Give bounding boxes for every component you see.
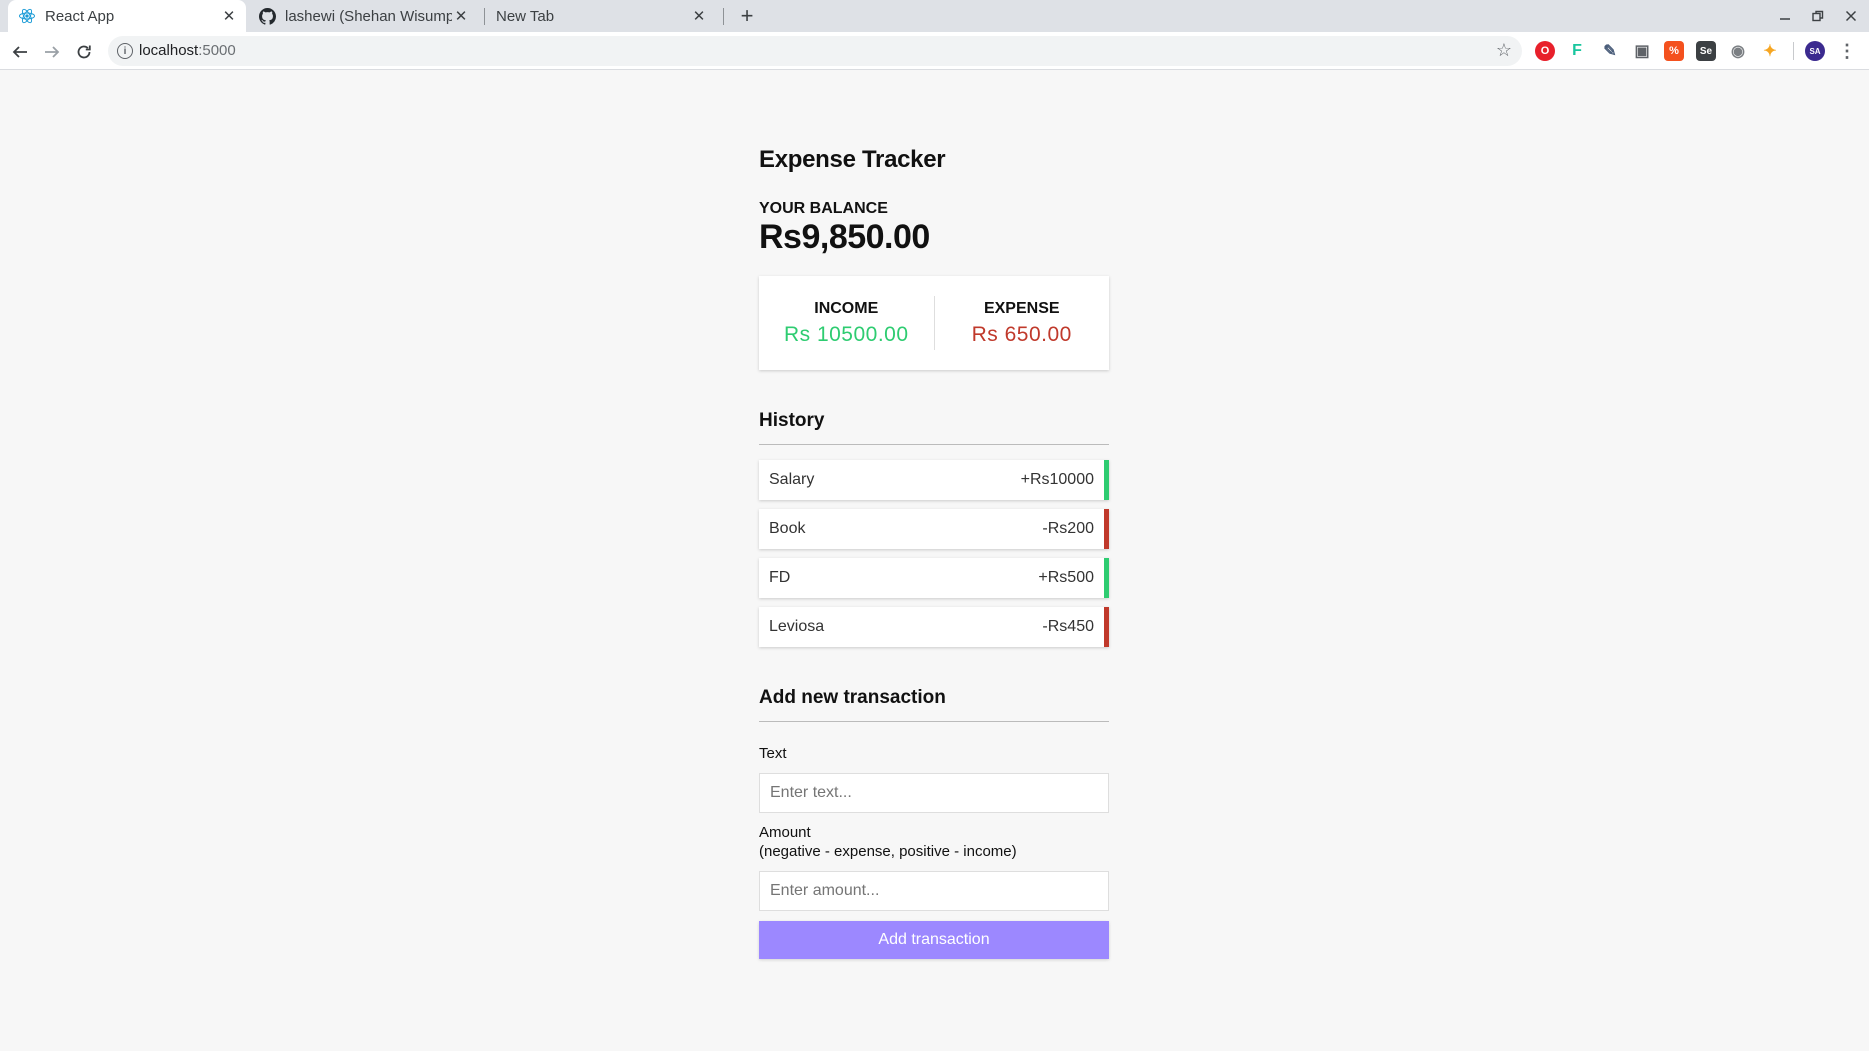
percent-extension-icon[interactable]: % bbox=[1664, 41, 1684, 61]
browser-toolbar: i localhost:5000 ☆ O F ✎ ▣ % Se ◉ ✦ SA ⋮ bbox=[0, 32, 1869, 70]
transaction-amount: -Rs450 bbox=[1042, 618, 1094, 635]
expense-column: EXPENSE Rs 650.00 bbox=[935, 300, 1110, 347]
menu-kebab-icon[interactable]: ⋮ bbox=[1837, 41, 1857, 61]
se-extension-icon[interactable]: Se bbox=[1696, 41, 1716, 61]
expense-indicator-bar bbox=[1104, 607, 1109, 647]
transaction-text: Book bbox=[769, 520, 806, 537]
info-icon[interactable]: i bbox=[117, 43, 133, 59]
tab-separator bbox=[484, 8, 485, 25]
income-label: INCOME bbox=[814, 299, 879, 317]
transaction-item[interactable]: FD +Rs500 bbox=[759, 558, 1109, 598]
bookmark-star-icon[interactable]: ☆ bbox=[1496, 40, 1512, 61]
page-title: Expense Tracker bbox=[759, 146, 946, 173]
amount-input[interactable] bbox=[759, 871, 1109, 911]
transaction-amount: +Rs10000 bbox=[1020, 471, 1094, 488]
tab-separator bbox=[723, 8, 724, 25]
transaction-text: Salary bbox=[769, 471, 815, 488]
browser-tabstrip: React App ✕ lashewi (Shehan Wisump ✕ New… bbox=[0, 0, 1869, 32]
box-extension-icon[interactable]: ▣ bbox=[1632, 41, 1652, 61]
close-icon[interactable]: ✕ bbox=[220, 7, 238, 25]
new-tab-plus-icon[interactable]: + bbox=[736, 3, 758, 28]
close-icon[interactable]: ✕ bbox=[452, 7, 470, 25]
reload-icon[interactable] bbox=[73, 41, 95, 63]
transaction-text: FD bbox=[769, 569, 791, 586]
minimize-icon[interactable] bbox=[1775, 6, 1795, 26]
income-expense-card: INCOME Rs 10500.00 EXPENSE Rs 650.00 bbox=[759, 276, 1109, 370]
add-transaction-button[interactable]: Add transaction bbox=[759, 921, 1109, 959]
tab-react-app[interactable]: React App ✕ bbox=[8, 0, 246, 32]
opera-icon[interactable]: O bbox=[1535, 41, 1555, 61]
income-value: Rs 10500.00 bbox=[783, 322, 909, 346]
url-text: localhost:5000 bbox=[139, 42, 236, 59]
tab-title: New Tab bbox=[496, 7, 555, 25]
github-icon bbox=[258, 7, 276, 25]
transaction-item[interactable]: Leviosa -Rs450 bbox=[759, 607, 1109, 647]
history-title: History bbox=[759, 410, 1109, 445]
expense-indicator-bar bbox=[1104, 509, 1109, 549]
income-indicator-bar bbox=[1104, 460, 1109, 500]
close-icon[interactable]: ✕ bbox=[690, 7, 708, 25]
amount-label: Amount (negative - expense, positive - i… bbox=[759, 823, 1109, 861]
toolbar-separator bbox=[1793, 42, 1794, 60]
amount-label-text: Amount bbox=[759, 824, 811, 841]
transaction-amount: -Rs200 bbox=[1042, 520, 1094, 537]
transaction-list: Salary +Rs10000 Book -Rs200 FD +Rs500 Le… bbox=[759, 460, 1109, 647]
add-transaction-title: Add new transaction bbox=[759, 687, 1109, 722]
transaction-amount: +Rs500 bbox=[1038, 569, 1094, 586]
back-arrow-icon[interactable] bbox=[9, 41, 31, 63]
transaction-item[interactable]: Salary +Rs10000 bbox=[759, 460, 1109, 500]
transaction-text: Leviosa bbox=[769, 618, 825, 635]
profile-avatar[interactable]: SA bbox=[1805, 41, 1825, 61]
income-column: INCOME Rs 10500.00 bbox=[759, 300, 934, 347]
close-window-icon[interactable] bbox=[1841, 6, 1861, 26]
tab-github[interactable]: lashewi (Shehan Wisump ✕ bbox=[248, 0, 478, 32]
tab-new-tab[interactable]: New Tab ✕ bbox=[486, 0, 716, 32]
bird-extension-icon[interactable]: ✦ bbox=[1760, 41, 1780, 61]
income-indicator-bar bbox=[1104, 558, 1109, 598]
tab-title: lashewi (Shehan Wisump bbox=[285, 7, 452, 25]
address-bar[interactable]: i localhost:5000 ☆ bbox=[108, 36, 1522, 66]
add-transaction-form: Text Amount (negative - expense, positiv… bbox=[759, 744, 1109, 959]
transaction-item[interactable]: Book -Rs200 bbox=[759, 509, 1109, 549]
amount-hint: (negative - expense, positive - income) bbox=[759, 843, 1017, 860]
restore-icon[interactable] bbox=[1808, 6, 1828, 26]
camera-extension-icon[interactable]: ◉ bbox=[1728, 41, 1748, 61]
tools-extension-icon[interactable]: ✎ bbox=[1600, 41, 1620, 61]
balance-label: YOUR BALANCE bbox=[759, 200, 888, 217]
feather-extension-icon[interactable]: F bbox=[1567, 41, 1587, 61]
text-label: Text bbox=[759, 745, 787, 762]
expense-tracker-app: Expense Tracker YOUR BALANCE Rs9,850.00 … bbox=[759, 146, 1109, 959]
expense-label: EXPENSE bbox=[983, 299, 1060, 317]
text-input[interactable] bbox=[759, 773, 1109, 813]
react-logo-icon bbox=[18, 7, 36, 25]
forward-arrow-icon[interactable] bbox=[41, 41, 63, 63]
balance-value: Rs9,850.00 bbox=[759, 218, 930, 256]
tab-title: React App bbox=[45, 7, 115, 25]
expense-value: Rs 650.00 bbox=[971, 322, 1072, 346]
